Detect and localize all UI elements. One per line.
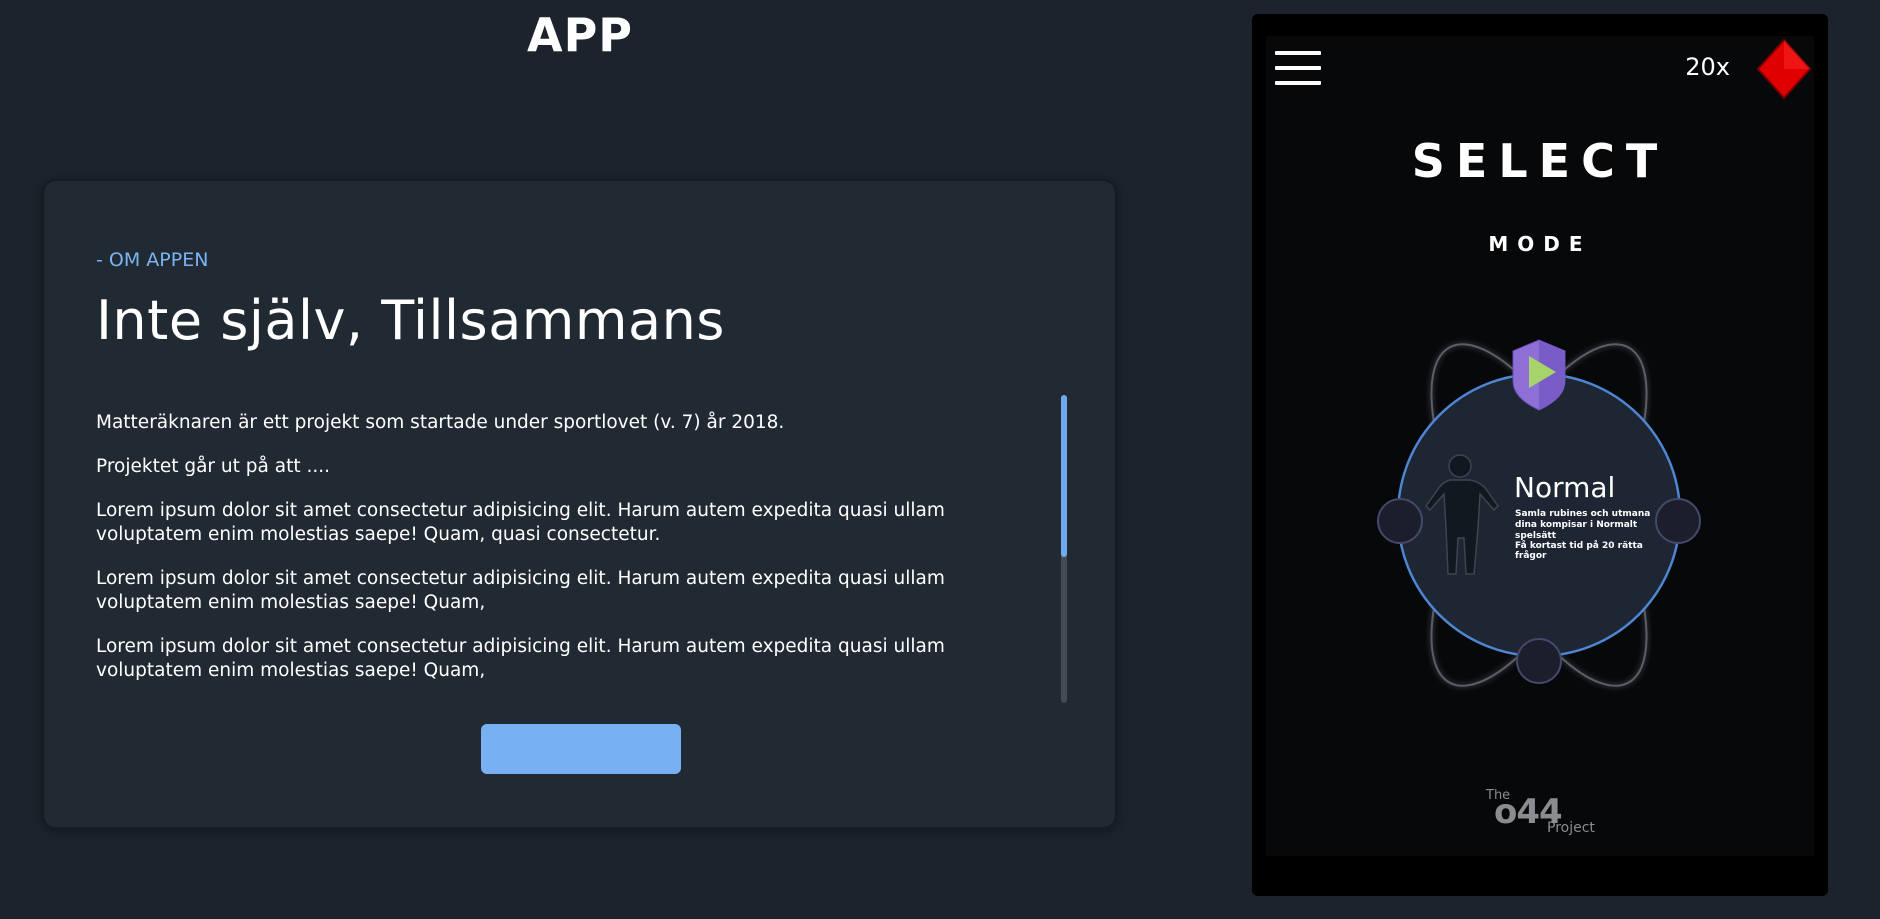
phone-preview: 20x SELECT MODE Normal Samla rubines och… [1252,14,1828,896]
section-headline: Inte själv, Tillsammans [96,289,725,352]
scrollbar-track[interactable] [1061,395,1067,703]
logo-project: Project [1547,820,1595,836]
section-kicker: - OM APPEN [96,249,209,271]
about-paragraph: Matteräknaren är ett projekt som startad… [96,412,785,433]
mode-goal: Få kortast tid på 20 rätta frågor [1515,541,1643,561]
mode-description: Samla rubines och utmana dina kompisar i… [1515,509,1651,541]
mode-name[interactable]: Normal [1514,471,1615,504]
page-title: APP [526,8,634,62]
about-card: - OM APPEN Inte själv, Tillsammans Matte… [42,179,1117,829]
about-paragraph: Lorem ipsum dolor sit amet consectetur a… [96,568,945,613]
scrollbar-thumb[interactable] [1061,395,1067,557]
about-text-scroll-area[interactable]: Matteräknaren är ett projekt som startad… [96,411,1096,701]
about-paragraph: Lorem ipsum dolor sit amet consectetur a… [96,500,945,545]
mode-orbit-graphic [1377,339,1701,687]
phone-screen: 20x SELECT MODE Normal Samla rubines och… [1266,36,1814,856]
about-paragraph: Projektet går ut på att .... [96,456,330,477]
primary-action-button[interactable] [481,724,681,774]
project-logo: The o44 Project [1484,788,1604,836]
mode-node-bottom[interactable] [1516,638,1562,684]
about-paragraph: Lorem ipsum dolor sit amet consectetur a… [96,636,945,681]
mode-node-left[interactable] [1377,498,1423,544]
